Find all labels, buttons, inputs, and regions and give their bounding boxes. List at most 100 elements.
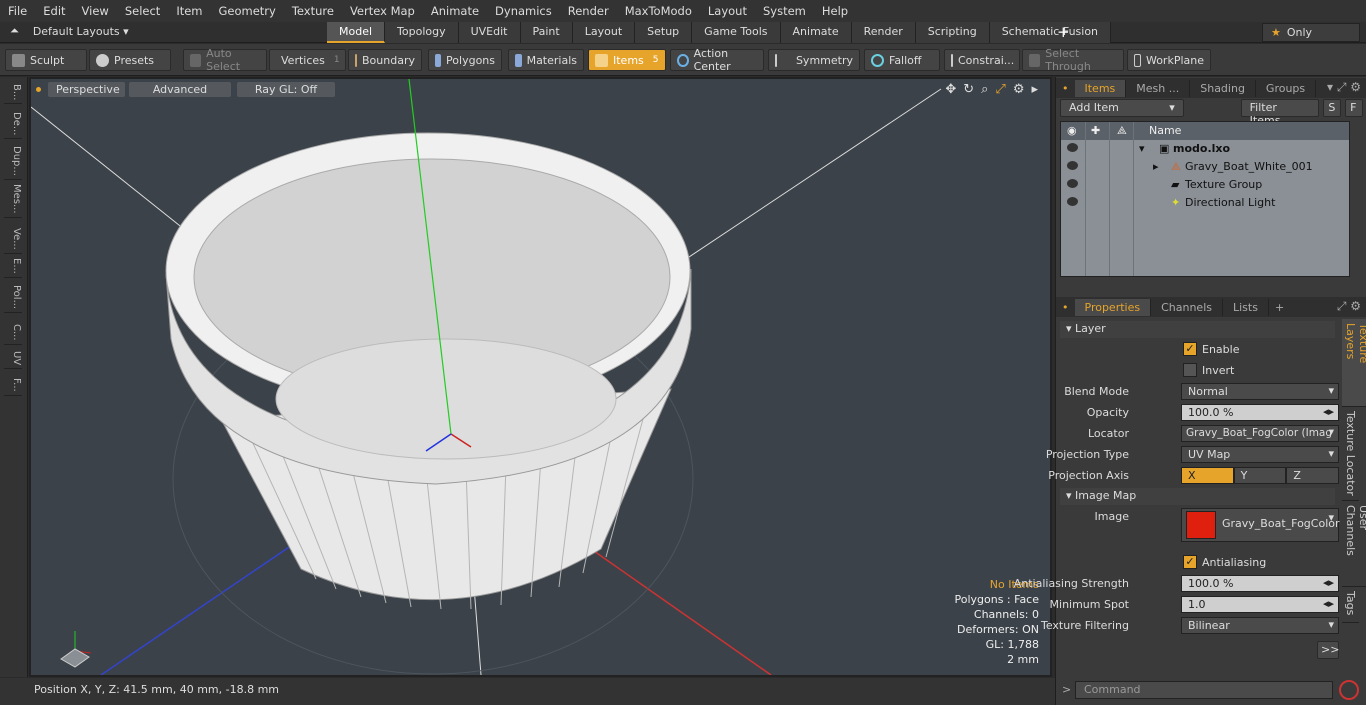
left-tab-3[interactable]: Dup...: [4, 143, 22, 180]
texture-filtering-dropdown[interactable]: Bilinear ▾: [1181, 617, 1339, 634]
visibility-eye-icon[interactable]: [1067, 143, 1078, 152]
side-tab-texture-layers[interactable]: Texture Layers: [1342, 319, 1366, 407]
viewport-more-icon[interactable]: ▸: [1031, 82, 1038, 97]
tab-uvedit[interactable]: UVEdit: [458, 22, 521, 43]
vertices-button[interactable]: Vertices 1: [269, 49, 346, 71]
slider-arrows-icon[interactable]: ◂▸: [1323, 405, 1334, 418]
menu-dynamics[interactable]: Dynamics: [487, 4, 560, 18]
axis-x-button[interactable]: X: [1181, 467, 1234, 484]
add-tab-icon[interactable]: +: [1057, 23, 1070, 41]
menu-maxtomodo[interactable]: MaxToModo: [617, 4, 700, 18]
symmetry-button[interactable]: Symmetry: [768, 49, 860, 71]
layouts-dropdown[interactable]: Default Layouts ▾: [33, 25, 129, 38]
panel-tools-icon[interactable]: ▾ ⤢ ⚙: [1327, 80, 1361, 95]
visibility-eye-icon[interactable]: [1067, 197, 1078, 206]
invert-checkbox[interactable]: [1183, 363, 1197, 377]
rotate-view-icon[interactable]: ↻: [963, 82, 974, 97]
presets-button[interactable]: Presets: [89, 49, 171, 71]
expand-arrow-icon[interactable]: ▾: [1139, 142, 1145, 155]
opacity-field[interactable]: 100.0 % ◂▸: [1181, 404, 1339, 421]
view-perspective-dropdown[interactable]: Perspective: [48, 82, 125, 97]
add-tab-icon[interactable]: +: [1269, 301, 1290, 314]
antialiasing-checkbox[interactable]: ✓: [1183, 555, 1197, 569]
select-through-button[interactable]: Select Through: [1022, 47, 1124, 73]
visibility-eye-icon[interactable]: [1067, 179, 1078, 188]
menu-view[interactable]: View: [74, 4, 117, 18]
menu-help[interactable]: Help: [814, 4, 856, 18]
move-view-icon[interactable]: ✥: [945, 82, 956, 97]
panel-tools-icon[interactable]: ⤢ ⚙: [1337, 299, 1361, 314]
f-button[interactable]: F: [1345, 99, 1363, 117]
menu-vertex-map[interactable]: Vertex Map: [342, 4, 423, 18]
slider-arrows-icon[interactable]: ◂▸: [1323, 576, 1334, 589]
tab-topology[interactable]: Topology: [385, 22, 459, 43]
workplane-button[interactable]: WorkPlane: [1127, 49, 1211, 71]
left-tab-10[interactable]: F...: [4, 375, 22, 396]
side-tab-tags[interactable]: Tags: [1342, 587, 1359, 623]
enable-checkbox[interactable]: ✓: [1183, 342, 1197, 356]
constraints-button[interactable]: Constrai...: [944, 49, 1020, 71]
polygons-button[interactable]: Polygons: [428, 49, 502, 71]
tree-row-scene[interactable]: ▾ ▣ modo.lxo: [1061, 140, 1349, 158]
menu-render[interactable]: Render: [560, 4, 617, 18]
maximize-view-icon[interactable]: ⤢: [995, 82, 1005, 97]
left-tab-4[interactable]: Mes...: [4, 181, 22, 218]
menu-system[interactable]: System: [755, 4, 814, 18]
tab-mesh[interactable]: Mesh ...: [1126, 79, 1191, 97]
minimum-spot-field[interactable]: 1.0 ◂▸: [1181, 596, 1339, 613]
action-center-button[interactable]: Action Center: [670, 47, 764, 73]
tab-groups[interactable]: Groups: [1256, 79, 1317, 97]
menu-layout[interactable]: Layout: [700, 4, 755, 18]
tab-animate[interactable]: Animate: [780, 22, 852, 43]
filter-items-field[interactable]: Filter Items: [1240, 99, 1320, 127]
menu-item[interactable]: Item: [168, 4, 210, 18]
viewport-menu-icon[interactable]: [36, 87, 41, 92]
tab-setup[interactable]: Setup: [635, 22, 693, 43]
projection-type-dropdown[interactable]: UV Map ▾: [1181, 446, 1339, 463]
menu-select[interactable]: Select: [117, 4, 168, 18]
up-arrow-icon[interactable]: ⏶: [10, 24, 19, 38]
locator-dropdown[interactable]: Gravy_Boat_FogColor (Imag ... ▾: [1181, 425, 1339, 451]
add-item-button[interactable]: Add Item ▾: [1060, 99, 1184, 117]
axis-z-button[interactable]: Z: [1286, 467, 1340, 484]
side-tab-texture-locator[interactable]: Texture Locator: [1342, 407, 1359, 501]
falloff-button[interactable]: Falloff: [864, 49, 940, 71]
left-tab-6[interactable]: E...: [4, 255, 22, 278]
slider-arrows-icon[interactable]: ◂▸: [1323, 597, 1334, 610]
panel-menu-icon[interactable]: •: [1056, 82, 1075, 95]
blend-mode-dropdown[interactable]: Normal ▾: [1181, 383, 1339, 400]
tab-paint[interactable]: Paint: [520, 22, 573, 43]
left-tab-2[interactable]: De...: [4, 109, 22, 140]
tree-row-mesh[interactable]: ▸ ⟁ Gravy_Boat_White_001: [1061, 158, 1349, 176]
panel-menu-icon[interactable]: •: [1056, 301, 1075, 314]
left-tab-9[interactable]: UV: [4, 348, 22, 370]
expand-arrow-icon[interactable]: ▸: [1153, 160, 1159, 173]
menu-edit[interactable]: Edit: [35, 4, 73, 18]
left-tab-5[interactable]: Ve...: [4, 225, 22, 254]
left-tab-1[interactable]: B...: [4, 81, 22, 105]
image-selector[interactable]: Gravy_Boat_FogColor ▾: [1181, 508, 1340, 542]
left-tab-8[interactable]: C...: [4, 321, 22, 345]
menu-texture[interactable]: Texture: [284, 4, 342, 18]
menu-geometry[interactable]: Geometry: [211, 4, 284, 18]
tab-game-tools[interactable]: Game Tools: [692, 22, 781, 43]
axis-y-button[interactable]: Y: [1233, 467, 1287, 484]
more-button[interactable]: >>: [1317, 641, 1339, 659]
tab-scripting[interactable]: Scripting: [915, 22, 990, 43]
tab-render[interactable]: Render: [851, 22, 916, 43]
boundary-button[interactable]: Boundary: [348, 49, 422, 71]
tab-layout[interactable]: Layout: [572, 22, 636, 43]
materials-button[interactable]: Materials: [508, 49, 584, 71]
raygl-toggle[interactable]: Ray GL: Off: [237, 82, 335, 97]
only-button[interactable]: ★ Only: [1262, 23, 1360, 42]
zoom-view-icon[interactable]: ⌕: [981, 82, 988, 97]
tab-shading[interactable]: Shading: [1190, 79, 1256, 97]
viewport-settings-gear-icon[interactable]: ⚙: [1013, 82, 1025, 97]
sculpt-button[interactable]: Sculpt: [5, 49, 87, 71]
record-icon[interactable]: [1339, 680, 1359, 700]
menu-file[interactable]: File: [0, 4, 35, 18]
menu-animate[interactable]: Animate: [423, 4, 487, 18]
aa-strength-field[interactable]: 100.0 % ◂▸: [1181, 575, 1339, 592]
tab-items[interactable]: Items: [1074, 79, 1127, 97]
tab-model[interactable]: Model: [327, 22, 386, 43]
